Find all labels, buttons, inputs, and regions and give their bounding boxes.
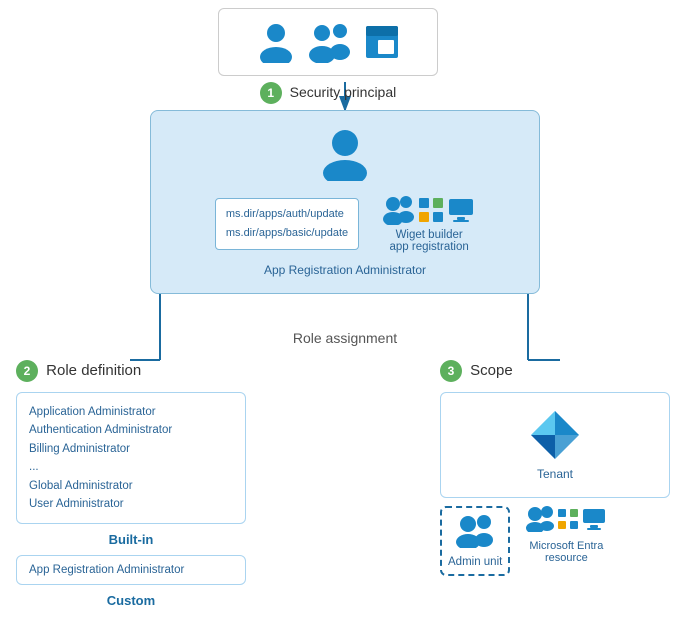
user-icon xyxy=(256,21,296,63)
tenant-box: Tenant xyxy=(440,392,670,498)
scope-section: 3 Scope Tenant xyxy=(440,360,670,576)
app-reg-admin-label: App Registration Administrator xyxy=(264,263,426,277)
role-definition-header: 2 Role definition xyxy=(16,360,246,382)
role-auth-admin: Authentication Administrator xyxy=(29,421,233,439)
tenant-icon xyxy=(529,409,581,461)
custom-role-box: App Registration Administrator xyxy=(16,555,246,585)
diagram-container: 1 Security principal ms.dir/apps/auth/up… xyxy=(0,0,690,619)
role-app-admin: Application Administrator xyxy=(29,403,233,421)
permission-2: ms.dir/apps/basic/update xyxy=(226,224,348,243)
scope-header: 3 Scope xyxy=(440,360,670,382)
entra-apps-icon xyxy=(557,508,579,530)
wiget-monitor-icon xyxy=(447,197,475,223)
ra-bottom-area: ms.dir/apps/auth/update ms.dir/apps/basi… xyxy=(167,195,523,253)
role-global-admin: Global Administrator xyxy=(29,477,233,495)
role-definition-section: 2 Role definition Application Administra… xyxy=(16,360,246,608)
builtin-label: Built-in xyxy=(16,532,246,547)
entra-resource-item: Microsoft Entra resource xyxy=(526,506,606,564)
entra-wiget-icons xyxy=(526,506,606,532)
role-ellipsis: ... xyxy=(29,458,233,476)
ra-person-icon xyxy=(319,127,371,181)
badge-3: 3 xyxy=(440,360,462,382)
builtin-roles-box: Application Administrator Authentication… xyxy=(16,392,246,524)
wiget-group-icon xyxy=(383,195,415,225)
scope-row: Admin unit xyxy=(440,506,670,576)
permissions-box: ms.dir/apps/auth/update ms.dir/apps/basi… xyxy=(215,198,359,249)
badge-2: 2 xyxy=(16,360,38,382)
custom-label: Custom xyxy=(16,593,246,608)
ra-person-area xyxy=(319,127,371,181)
security-principal-text: Security principal xyxy=(290,84,397,100)
role-assignment-box: ms.dir/apps/auth/update ms.dir/apps/basi… xyxy=(150,110,540,294)
permission-1: ms.dir/apps/auth/update xyxy=(226,205,348,224)
wiget-icons xyxy=(383,195,475,225)
role-assignment-label: Role assignment xyxy=(150,330,540,346)
role-definition-text: Role definition xyxy=(46,362,141,379)
scope-text: Scope xyxy=(470,362,513,379)
custom-role-item: App Registration Administrator xyxy=(29,564,184,576)
security-principal-label: 1 Security principal xyxy=(218,82,438,104)
admin-unit-label: Admin unit xyxy=(448,556,502,568)
badge-1: 1 xyxy=(260,82,282,104)
app-icon xyxy=(364,24,400,60)
wiget-section: Wiget builder app registration xyxy=(383,195,475,253)
tenant-label: Tenant xyxy=(537,467,573,481)
wiget-apps-icon xyxy=(418,197,444,223)
security-principal-box xyxy=(218,8,438,76)
entra-resource-label: Microsoft Entra resource xyxy=(529,540,603,564)
role-user-admin: User Administrator xyxy=(29,495,233,513)
group-icon xyxy=(306,21,354,63)
entra-group-icon xyxy=(526,506,554,532)
role-billing-admin: Billing Administrator xyxy=(29,440,233,458)
wiget-label: Wiget builder app registration xyxy=(390,229,469,253)
entra-monitor-icon xyxy=(582,508,606,530)
admin-unit-icon xyxy=(456,514,494,548)
admin-unit-item: Admin unit xyxy=(440,506,510,576)
